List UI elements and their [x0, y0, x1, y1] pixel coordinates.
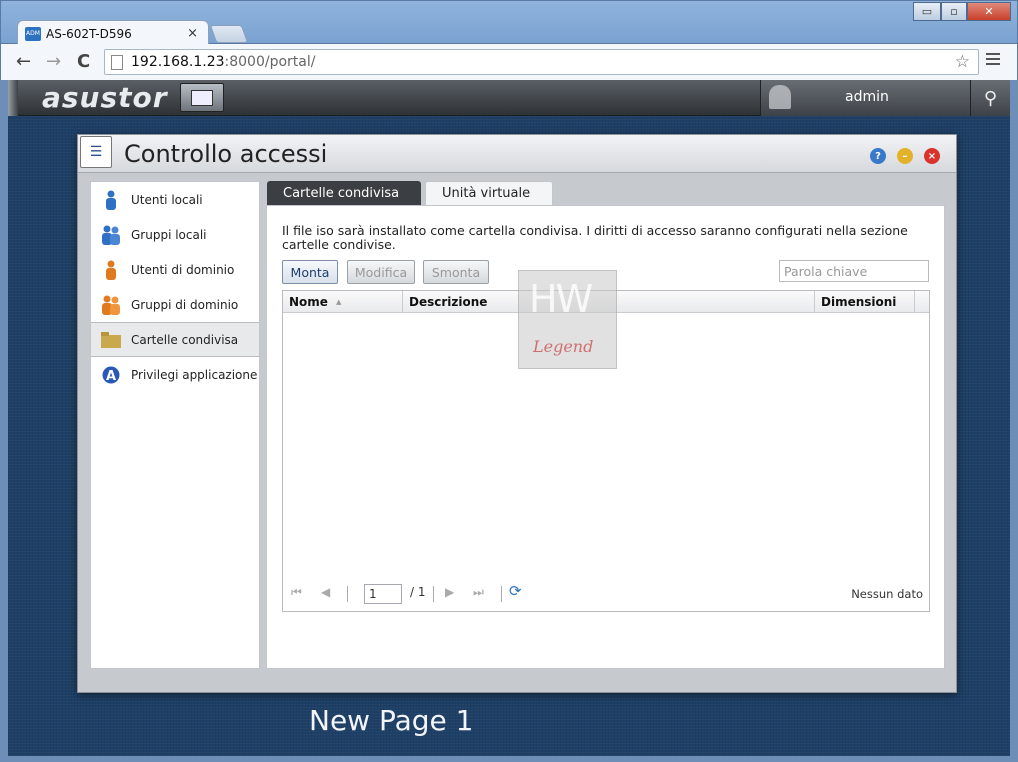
- help-button[interactable]: ?: [870, 148, 886, 164]
- unmount-button[interactable]: Smonta: [423, 260, 489, 284]
- domain-group-icon: [101, 294, 121, 316]
- window-header: ☰ Controllo accessi ? – ×: [78, 135, 956, 173]
- window-minimize-button[interactable]: ▭: [913, 2, 941, 21]
- window-maximize-button[interactable]: ▫: [941, 2, 967, 21]
- browser-toolbar: ← → C 192.168.1.23:8000/portal/ ☆: [0, 44, 1018, 80]
- address-bar[interactable]: 192.168.1.23:8000/portal/ ☆: [104, 49, 979, 75]
- sidebar-item-label: Gruppi locali: [131, 227, 207, 242]
- window-close-button[interactable]: ✕: [967, 2, 1011, 21]
- sidebar-item-local-groups[interactable]: Gruppi locali: [91, 217, 259, 252]
- column-size-label: Dimensioni: [821, 295, 897, 309]
- sidebar-item-local-users[interactable]: Utenti locali: [91, 182, 259, 217]
- minimize-icon: –: [902, 150, 908, 162]
- search-icon: ⚲: [983, 87, 998, 109]
- sidebar-item-shared-folders[interactable]: Cartelle condivisa: [91, 322, 259, 357]
- bookmark-star-icon[interactable]: ☆: [955, 52, 970, 72]
- column-size[interactable]: Dimensioni: [815, 291, 915, 313]
- browser-tab[interactable]: ADM AS-602T-D596 ×: [17, 20, 209, 46]
- pager: ⏮ ◀ 1 / 1 ▶ ⏭ ⟳ Nessun dato: [283, 579, 929, 609]
- page-number-input[interactable]: 1: [364, 584, 402, 604]
- sidebar-item-app-privileges[interactable]: A Privilegi applicazione: [91, 357, 259, 392]
- maximize-icon: ▫: [950, 5, 958, 18]
- sidebar-item-label: Gruppi di dominio: [131, 297, 239, 312]
- app-icon: A: [101, 364, 121, 386]
- domain-user-icon: [101, 259, 121, 281]
- last-page-icon[interactable]: ⏭: [473, 585, 484, 600]
- column-name-label: Nome: [289, 295, 328, 309]
- taskbar-handle[interactable]: [8, 80, 18, 116]
- reload-icon[interactable]: C: [77, 51, 90, 72]
- folder-icon: [101, 329, 121, 351]
- caption-text: New Page 1: [309, 704, 474, 737]
- username: admin: [845, 89, 889, 105]
- new-tab-button[interactable]: [209, 25, 249, 43]
- user-avatar-icon: [769, 85, 791, 109]
- sidebar-item-domain-groups[interactable]: Gruppi di dominio: [91, 287, 259, 322]
- tab-virtual-drive[interactable]: Unità virtuale: [425, 181, 553, 205]
- edit-button[interactable]: Modifica: [347, 260, 415, 284]
- window-minimize-button[interactable]: –: [897, 148, 913, 164]
- info-text: Il file iso sarà installato come cartell…: [282, 223, 908, 252]
- browser-titlebar: ADM AS-602T-D596 × ▭ ▫ ✕: [0, 0, 1018, 46]
- id-card-icon: [191, 89, 213, 106]
- back-icon[interactable]: ←: [16, 51, 31, 72]
- forward-icon[interactable]: →: [46, 51, 61, 72]
- url-host: 192.168.1.23: [131, 54, 225, 70]
- tab-close-button[interactable]: ×: [187, 26, 198, 41]
- window-close-button[interactable]: ×: [924, 148, 940, 164]
- page-count: / 1: [410, 585, 426, 599]
- tab-shared-folders[interactable]: Cartelle condivisa: [267, 181, 421, 205]
- help-icon: ?: [875, 150, 881, 162]
- tab-title: AS-602T-D596: [46, 26, 132, 41]
- sidebar-item-domain-users[interactable]: Utenti di dominio: [91, 252, 259, 287]
- column-description-label: Descrizione: [409, 295, 488, 309]
- sort-asc-icon: ▲: [335, 298, 342, 306]
- svg-text:A: A: [106, 369, 116, 384]
- next-page-icon[interactable]: ▶: [445, 585, 454, 599]
- watermark-bottom: Legend: [533, 337, 594, 356]
- id-card-icon: ☰: [80, 136, 112, 168]
- refresh-icon[interactable]: ⟳: [509, 582, 522, 600]
- sidebar-item-label: Cartelle condivisa: [131, 332, 239, 347]
- pager-divider: [433, 586, 434, 602]
- menu-icon[interactable]: [986, 53, 1000, 68]
- adm-favicon-icon: ADM: [25, 26, 41, 41]
- mount-button[interactable]: Monta: [282, 260, 338, 284]
- column-name[interactable]: Nome ▲: [283, 291, 403, 313]
- close-icon: ×: [927, 150, 937, 162]
- sidebar: Utenti locali Gruppi locali Utenti di do…: [90, 181, 260, 669]
- group-icon: [101, 224, 121, 246]
- watermark-top: HW: [529, 277, 593, 321]
- watermark-logo: HW Legend: [518, 270, 617, 369]
- window-title: Controllo accessi: [124, 140, 328, 168]
- user-menu[interactable]: admin: [760, 80, 970, 116]
- empty-status: Nessun dato: [851, 587, 923, 601]
- user-icon: [101, 189, 121, 211]
- access-control-taskbar-button[interactable]: [180, 83, 224, 112]
- adm-taskbar: asustor admin ⚲: [8, 80, 1010, 116]
- sidebar-item-label: Utenti di dominio: [131, 262, 235, 277]
- sidebar-item-label: Utenti locali: [131, 192, 203, 207]
- access-control-window: ☰ Controllo accessi ? – × Utenti locali …: [77, 134, 957, 693]
- pager-divider: [347, 586, 348, 602]
- keyword-search-input[interactable]: Parola chiave: [779, 260, 929, 282]
- prev-page-icon[interactable]: ◀: [321, 585, 330, 599]
- first-page-icon[interactable]: ⏮: [291, 585, 302, 600]
- pager-divider: [501, 586, 502, 602]
- close-icon: ✕: [984, 5, 994, 18]
- search-button[interactable]: ⚲: [970, 80, 1010, 116]
- sidebar-item-label: Privilegi applicazione: [131, 367, 258, 382]
- url-path: :8000/portal/: [224, 54, 316, 70]
- asustor-logo: asustor: [42, 81, 168, 114]
- minimize-icon: ▭: [921, 5, 933, 18]
- page-icon: [111, 54, 123, 70]
